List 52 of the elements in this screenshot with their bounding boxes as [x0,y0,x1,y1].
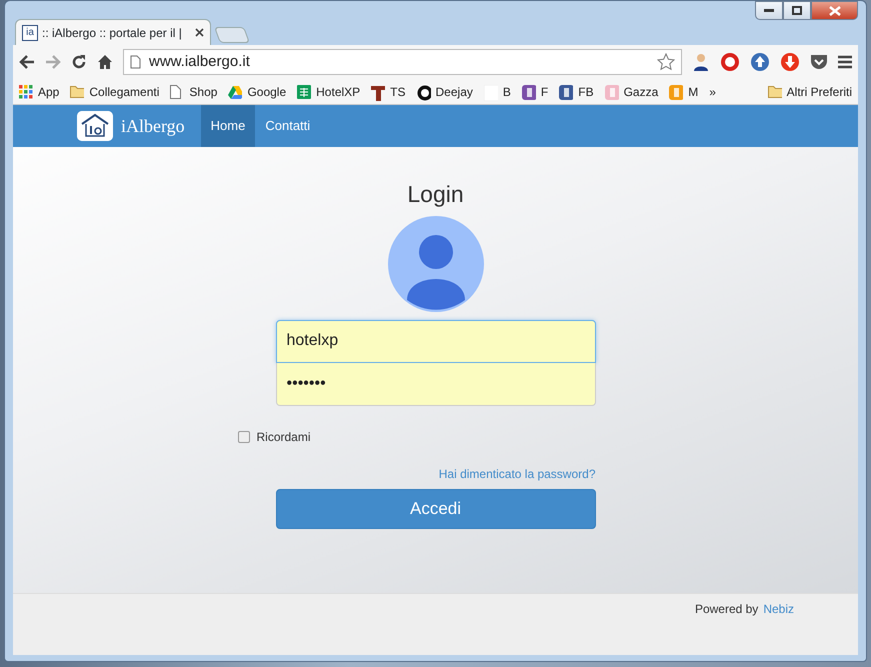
url-text: www.ialbergo.it [149,52,250,72]
brand-name: iAlbergo [121,114,185,138]
minimize-icon [764,8,774,12]
bookmark-link[interactable]: Altri Preferiti [768,82,852,100]
menu-icon[interactable] [838,55,852,69]
grid-icon [19,84,33,98]
bookmark-link[interactable]: TS [371,82,406,100]
folder-icon [768,84,782,98]
bookmark-link[interactable]: M [669,82,698,100]
bookmark-link[interactable]: App [19,82,60,100]
triangle-icon [228,84,242,98]
bookmark-link[interactable]: Shop [170,82,218,100]
home-icon[interactable] [97,54,113,70]
bookmark-link[interactable]: FB [559,82,594,100]
bookmark-link[interactable]: Collegamenti [70,82,160,100]
maximize-icon [792,6,802,15]
minimize-button[interactable] [755,1,783,20]
address-bar[interactable]: www.ialbergo.it [123,49,682,75]
upload-icon[interactable] [750,52,770,72]
powered-by-text: Powered by [694,601,758,618]
close-button[interactable] [811,1,858,20]
folder-icon [70,84,84,98]
house-logo-icon [77,111,113,141]
pocket-icon[interactable] [810,54,828,70]
login-button[interactable]: Accedi [276,488,596,528]
bookmark-link[interactable]: Gazza [604,82,658,100]
nav-link[interactable]: Home [200,105,256,147]
maximize-button[interactable] [783,1,811,20]
close-icon [828,6,840,16]
star-icon[interactable] [657,53,675,71]
avatar-icon [388,216,484,312]
remember-checkbox[interactable] [238,430,250,442]
download-icon[interactable] [780,52,800,72]
nav-link[interactable]: Contatti [255,105,320,147]
bookmark-link[interactable]: Deejay [416,82,473,100]
browser-tab[interactable]: ia :: iAlbergo :: portale per il | [15,19,211,45]
remember-label: Ricordami [256,428,311,446]
back-icon[interactable] [19,55,35,69]
username-field[interactable]: hotelxp [276,320,596,362]
close-tab-icon[interactable] [195,28,204,37]
favicon: ia [22,24,38,40]
bookmark-link[interactable]: HotelXP [297,82,360,100]
more-bookmarks-button[interactable]: » [709,82,716,100]
login-title: Login [407,180,464,209]
bookmark-link[interactable]: F [522,82,548,100]
password-field[interactable]: ••••••• [276,362,596,406]
reload-icon[interactable] [71,54,87,70]
bookmark-link[interactable]: B [484,82,511,100]
person-icon[interactable] [692,53,710,71]
tab-title: :: iAlbergo :: portale per il | [42,24,182,42]
page-icon [130,55,141,69]
bookmark-link[interactable]: Google [228,82,286,100]
